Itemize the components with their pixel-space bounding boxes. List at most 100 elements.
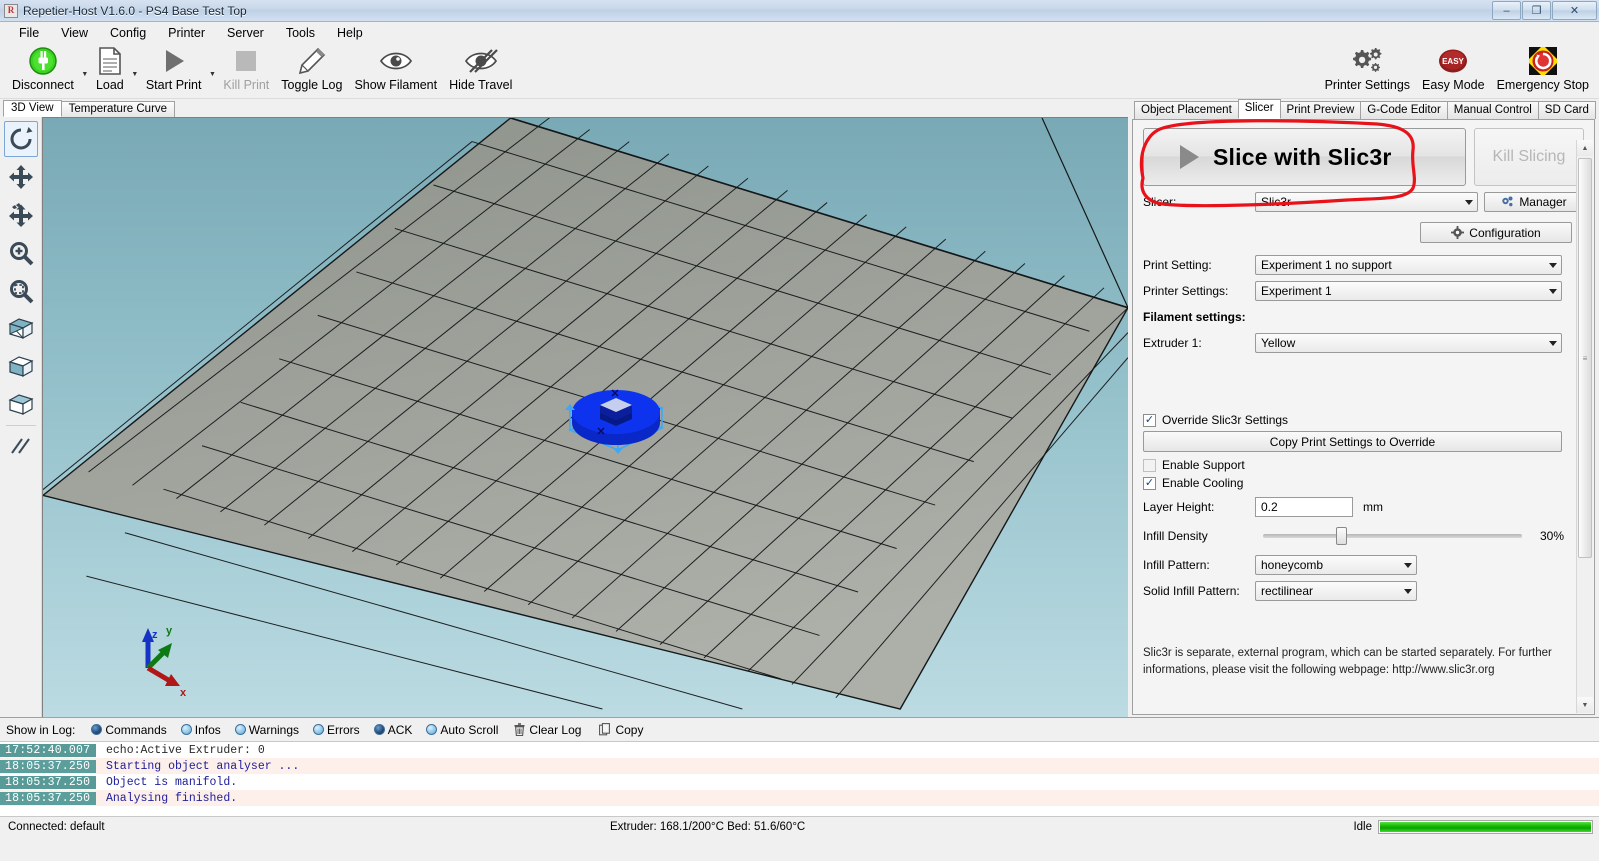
panel-tab-strip: Object Placement Slicer Print Preview G-…: [1128, 99, 1599, 119]
log-filter-warnings[interactable]: Warnings: [229, 723, 305, 737]
gear-icon: [1451, 226, 1465, 239]
tab-print-preview[interactable]: Print Preview: [1279, 101, 1362, 119]
minimize-button[interactable]: –: [1492, 1, 1521, 20]
show-filament-label: Show Filament: [354, 78, 438, 92]
view-mode-wire-tool[interactable]: [4, 387, 38, 423]
magnifier-plus-icon: [9, 242, 33, 266]
progress-bar: [1378, 819, 1593, 834]
enable-cooling-row[interactable]: ✓ Enable Cooling: [1133, 476, 1594, 490]
scroll-down-arrow[interactable]: ▼: [1577, 697, 1593, 713]
log-filter-auto-scroll-label: Auto Scroll: [440, 722, 499, 737]
radio-icon[interactable]: [373, 724, 385, 735]
view-mode-solid-tool[interactable]: [4, 349, 38, 385]
radio-icon[interactable]: [234, 724, 246, 735]
tab-temperature-curve[interactable]: Temperature Curve: [60, 101, 176, 117]
printer-settings-button[interactable]: Printer Settings: [1319, 43, 1416, 97]
maximize-button[interactable]: ❐: [1522, 1, 1551, 20]
log-timestamp: 18:05:37.250: [0, 759, 96, 773]
infill-density-label: Infill Density: [1143, 529, 1208, 543]
disconnect-dropdown-arrow[interactable]: ▼: [80, 71, 90, 78]
3d-viewport[interactable]: z y x: [42, 117, 1128, 717]
emergency-stop-button[interactable]: Emergency Stop: [1491, 43, 1595, 97]
configuration-button[interactable]: Configuration: [1420, 222, 1572, 243]
rotate-view-tool[interactable]: [3, 121, 38, 157]
tab-gcode-editor[interactable]: G-Code Editor: [1360, 101, 1448, 119]
load-dropdown-arrow[interactable]: ▼: [130, 71, 140, 78]
menu-item-config[interactable]: Config: [99, 24, 157, 42]
temperature-status: Extruder: 168.1/200°C Bed: 51.6/60°C: [610, 820, 806, 833]
progress-bar-fill: [1380, 821, 1591, 832]
move-view-tool[interactable]: [4, 197, 38, 233]
solid-infill-pattern-dropdown[interactable]: rectilinear: [1255, 581, 1417, 601]
log-filter-infos[interactable]: Infos: [175, 723, 227, 737]
radio-icon[interactable]: [180, 724, 192, 735]
log-filter-errors[interactable]: Errors: [307, 723, 366, 737]
enable-support-checkbox[interactable]: [1143, 458, 1156, 472]
model-object[interactable]: [556, 368, 676, 458]
log-filter-ack[interactable]: ACK: [368, 723, 419, 737]
emergency-stop-icon: [1527, 45, 1559, 77]
extruder1-dropdown[interactable]: Yellow: [1255, 333, 1562, 353]
scroll-up-arrow[interactable]: ▲: [1577, 140, 1593, 156]
disconnect-button[interactable]: Disconnect: [6, 43, 80, 97]
slice-with-slic3r-button[interactable]: Slice with Slic3r: [1143, 128, 1466, 186]
enable-support-row[interactable]: Enable Support: [1133, 458, 1594, 472]
copy-log-label: Copy: [615, 722, 644, 737]
close-button[interactable]: ✕: [1552, 1, 1597, 20]
slicer-dropdown[interactable]: Slic3r: [1255, 192, 1478, 212]
menu-item-server[interactable]: Server: [216, 24, 275, 42]
tab-object-placement[interactable]: Object Placement: [1134, 101, 1239, 119]
tab-sd-card[interactable]: SD Card: [1537, 101, 1596, 119]
log-timestamp: 18:05:37.250: [0, 775, 96, 789]
move-object-tool[interactable]: [4, 159, 38, 195]
disconnect-label: Disconnect: [12, 78, 74, 92]
chevron-down-icon: [1549, 341, 1557, 346]
copy-log-button[interactable]: Copy: [591, 723, 651, 737]
printer-state-label: Idle: [1353, 820, 1372, 833]
kill-slicing-label: Kill Slicing: [1492, 148, 1566, 165]
show-filament-button[interactable]: Show Filament: [348, 43, 443, 97]
infill-pattern-dropdown[interactable]: honeycomb: [1255, 555, 1417, 575]
log-filter-auto-scroll[interactable]: Auto Scroll: [420, 723, 504, 737]
log-filter-commands[interactable]: Commands: [85, 723, 172, 737]
tab-3d-view[interactable]: 3D View: [3, 100, 62, 117]
menu-item-view[interactable]: View: [50, 24, 99, 42]
edges-tool[interactable]: [5, 425, 36, 461]
layer-height-input[interactable]: 0.2: [1255, 497, 1353, 517]
start-print-dropdown-arrow[interactable]: ▼: [207, 71, 217, 78]
infill-density-slider-thumb[interactable]: [1335, 527, 1347, 545]
toggle-log-button[interactable]: Toggle Log: [275, 43, 348, 97]
log-lines[interactable]: 17:52:40.007 echo:Active Extruder: 0 18:…: [0, 742, 1599, 816]
panel-scrollbar[interactable]: ▲ ≡ ▼: [1576, 140, 1593, 713]
view-mode-split-tool[interactable]: [4, 311, 38, 347]
zoom-fit-tool[interactable]: [4, 273, 38, 309]
tab-slicer[interactable]: Slicer: [1237, 99, 1281, 119]
scroll-thumb[interactable]: ≡: [1578, 158, 1592, 558]
radio-icon[interactable]: [426, 724, 438, 735]
slicer-pane: Object Placement Slicer Print Preview G-…: [1128, 99, 1599, 717]
kill-slicing-button: Kill Slicing: [1474, 128, 1584, 186]
enable-cooling-checkbox[interactable]: ✓: [1143, 476, 1156, 490]
hide-travel-button[interactable]: Hide Travel: [443, 43, 518, 97]
clear-log-button[interactable]: Clear Log: [506, 723, 589, 737]
zoom-in-tool[interactable]: [4, 235, 38, 271]
menu-item-printer[interactable]: Printer: [157, 24, 216, 42]
override-slic3r-settings-row[interactable]: ✓ Override Slic3r Settings: [1133, 413, 1594, 427]
infill-density-slider[interactable]: [1263, 527, 1522, 545]
copy-print-settings-button[interactable]: Copy Print Settings to Override: [1143, 431, 1562, 452]
menu-item-file[interactable]: File: [8, 24, 50, 42]
manager-label: Manager: [1519, 195, 1567, 209]
override-checkbox[interactable]: ✓: [1143, 413, 1156, 427]
easy-mode-button[interactable]: EASY Easy Mode: [1416, 43, 1491, 97]
print-setting-dropdown[interactable]: Experiment 1 no support: [1255, 255, 1562, 275]
radio-icon[interactable]: [91, 724, 103, 735]
start-print-button[interactable]: Start Print: [140, 43, 208, 97]
printer-settings-dropdown[interactable]: Experiment 1: [1255, 281, 1562, 301]
load-button[interactable]: Load: [90, 43, 130, 97]
tab-manual-control[interactable]: Manual Control: [1446, 101, 1539, 119]
log-message: Analysing finished.: [106, 791, 238, 805]
menu-item-help[interactable]: Help: [326, 24, 374, 42]
menu-item-tools[interactable]: Tools: [275, 24, 326, 42]
manager-button[interactable]: Manager: [1484, 192, 1584, 212]
radio-icon[interactable]: [313, 724, 325, 735]
